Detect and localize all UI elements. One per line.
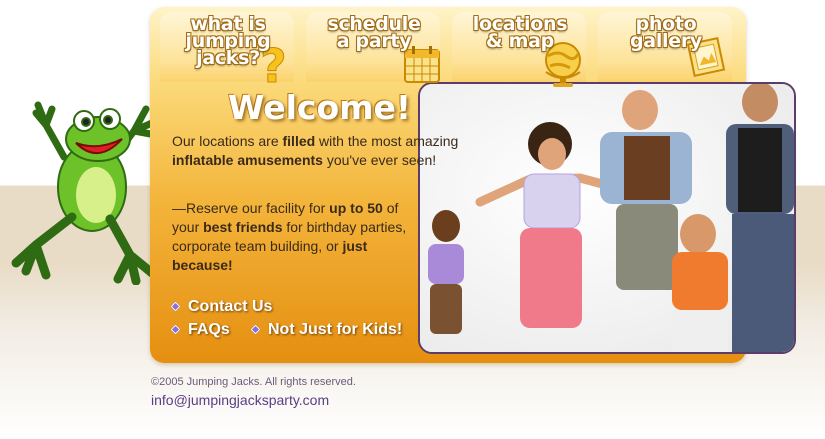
tab-label: photo gallery	[630, 13, 702, 52]
link-label: FAQs	[188, 321, 230, 338]
frog-mascot-image	[11, 101, 160, 285]
link-label: Contact Us	[188, 298, 273, 315]
tab-label: locations & map	[472, 13, 568, 52]
copyright-text: ©2005 Jumping Jacks. All rights reserved…	[151, 376, 356, 388]
email-link[interactable]: info@jumpingjacksparty.com	[151, 392, 329, 408]
diamond-bullet-icon	[250, 324, 261, 335]
not-just-for-kids-link[interactable]: Not Just for Kids!	[250, 321, 403, 339]
tab-locations-and-map[interactable]: locations & map	[452, 12, 586, 87]
tab-what-is-jumping-jacks[interactable]: what is jumping jacks? ?	[160, 12, 294, 88]
intro-paragraph: Our locations are filled with the most a…	[172, 133, 459, 168]
tab-label: what is jumping jacks?	[185, 13, 271, 69]
tab-label: schedule a party	[327, 13, 421, 52]
diamond-bullet-icon	[170, 324, 181, 335]
contact-us-link[interactable]: Contact Us	[170, 298, 273, 316]
tab-schedule-a-party[interactable]: schedule a party	[306, 12, 440, 83]
diamond-bullet-icon	[170, 301, 181, 312]
jumping-kids-photo	[418, 82, 796, 354]
faqs-link[interactable]: FAQs	[170, 321, 230, 339]
reserve-paragraph: —Reserve our facility for up to 50 of yo…	[172, 200, 407, 273]
link-label: Not Just for Kids!	[268, 321, 403, 338]
welcome-heading: Welcome!	[228, 88, 411, 127]
tab-photo-gallery[interactable]: photo gallery	[598, 12, 732, 82]
